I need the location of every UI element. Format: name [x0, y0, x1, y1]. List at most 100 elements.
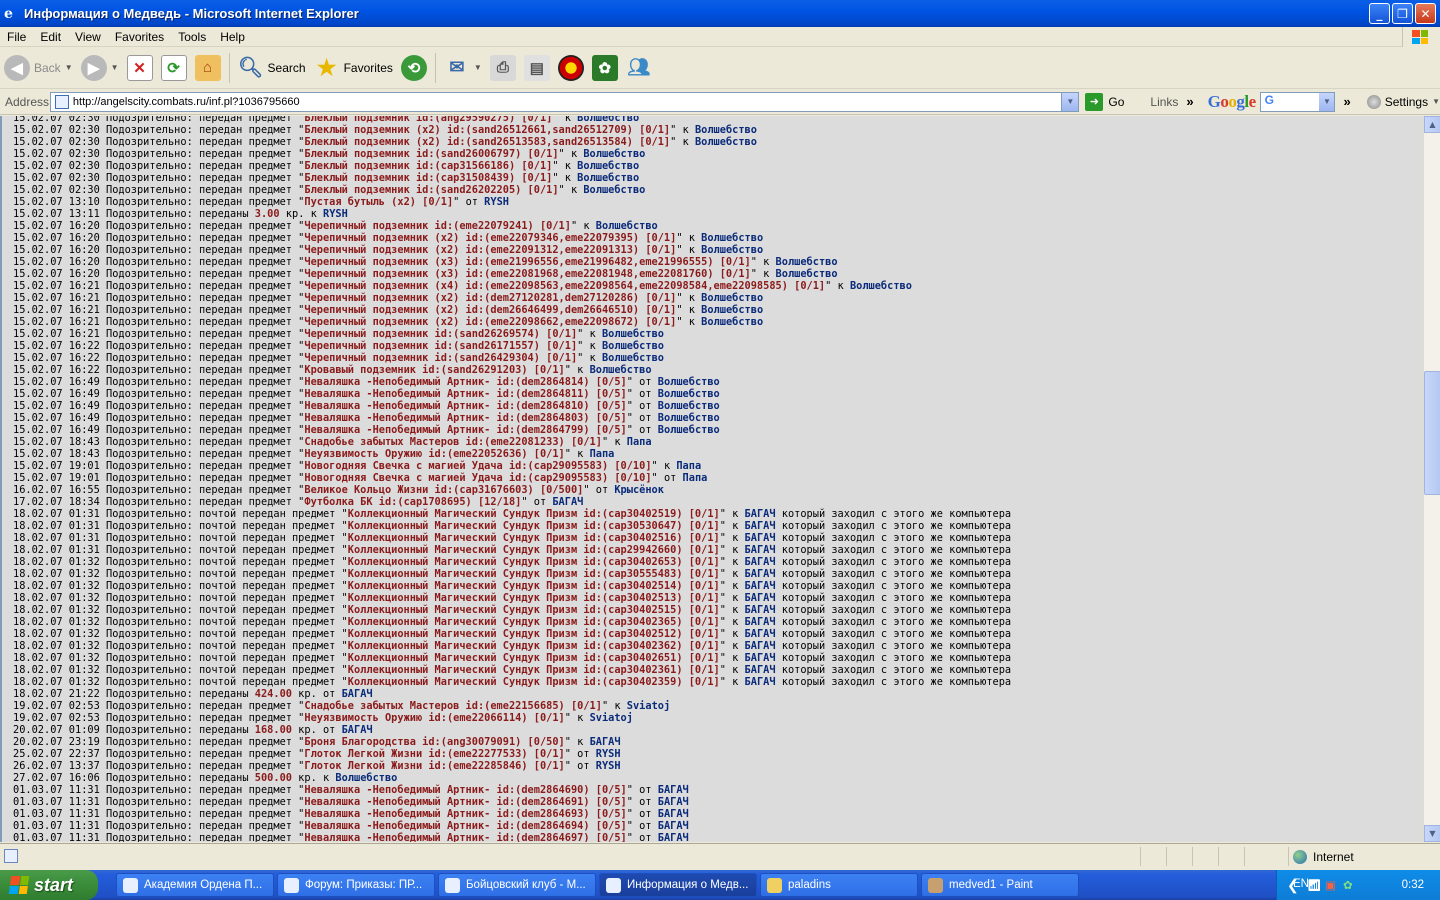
favorites-button[interactable]: ★ Favorites: [310, 50, 397, 86]
log-person-link[interactable]: Волшебство: [695, 136, 757, 148]
log-person-link[interactable]: Волшебство: [695, 124, 757, 136]
log-person-link[interactable]: RYSH: [323, 208, 348, 220]
taskbar-item[interactable]: Информация о Медв...: [599, 873, 757, 897]
taskbar-item[interactable]: Форум: Приказы: ПР...: [277, 873, 435, 897]
log-person-link[interactable]: БАГАЧ: [745, 640, 776, 652]
log-person-link[interactable]: Волшебство: [658, 400, 720, 412]
log-person-link[interactable]: Волшебство: [577, 116, 639, 124]
restore-icon[interactable]: ❐: [1392, 3, 1413, 24]
addon-button-2[interactable]: ✿: [588, 50, 622, 86]
scroll-down-icon[interactable]: ▼: [1424, 825, 1440, 842]
taskbar-item[interactable]: Академия Ордена П...: [116, 873, 274, 897]
start-button[interactable]: start: [0, 870, 98, 900]
log-person-link[interactable]: Папа: [676, 460, 701, 472]
address-input[interactable]: http://angelscity.combats.ru/inf.pl?1036…: [49, 91, 1080, 112]
settings-button[interactable]: Settings ▼: [1366, 94, 1440, 109]
address-dropdown-icon[interactable]: ▼: [1061, 92, 1079, 111]
links-label[interactable]: Links: [1150, 95, 1178, 109]
tray-flower-icon[interactable]: ✿: [1343, 878, 1353, 892]
log-person-link[interactable]: Sviatoj: [627, 700, 670, 712]
log-person-link[interactable]: БАГАЧ: [745, 580, 776, 592]
log-person-link[interactable]: Волшебство: [602, 340, 664, 352]
log-person-link[interactable]: Волшебство: [602, 352, 664, 364]
log-person-link[interactable]: БАГАЧ: [745, 508, 776, 520]
log-person-link[interactable]: БАГАЧ: [745, 568, 776, 580]
log-person-link[interactable]: RYSH: [596, 760, 621, 772]
log-person-link[interactable]: Волшебство: [850, 280, 912, 292]
network-icon[interactable]: 📶︎: [1307, 878, 1322, 892]
log-person-link[interactable]: Волшебство: [658, 376, 720, 388]
taskbar-item[interactable]: medved1 - Paint: [921, 873, 1079, 897]
history-button[interactable]: ⟲: [397, 50, 431, 86]
log-person-link[interactable]: БАГАЧ: [745, 520, 776, 532]
go-button[interactable]: ➜ Go: [1085, 92, 1124, 111]
google-chevron-icon[interactable]: »: [1343, 94, 1350, 109]
log-person-link[interactable]: БАГАЧ: [590, 736, 621, 748]
log-person-link[interactable]: Волшебство: [658, 388, 720, 400]
log-person-link[interactable]: Волшебство: [583, 148, 645, 160]
log-person-link[interactable]: Папа: [590, 448, 615, 460]
log-person-link[interactable]: БАГАЧ: [342, 688, 373, 700]
log-person-link[interactable]: БАГАЧ: [745, 664, 776, 676]
log-person-link[interactable]: Волшебство: [701, 232, 763, 244]
log-person-link[interactable]: Волшебство: [701, 304, 763, 316]
log-person-link[interactable]: Папа: [627, 436, 652, 448]
minimize-icon[interactable]: _: [1369, 3, 1390, 24]
language-indicator[interactable]: EN: [1293, 878, 1309, 890]
log-person-link[interactable]: Волшебство: [701, 244, 763, 256]
menu-help[interactable]: Help: [213, 30, 252, 44]
log-person-link[interactable]: БАГАЧ: [342, 724, 373, 736]
log-person-link[interactable]: Волшебство: [577, 172, 639, 184]
log-person-link[interactable]: БАГАЧ: [658, 784, 689, 796]
edit-button[interactable]: ▤: [520, 50, 554, 86]
log-person-link[interactable]: RYSH: [596, 748, 621, 760]
forward-dropdown-icon[interactable]: ▼: [111, 63, 119, 72]
addon-button-1[interactable]: [554, 50, 588, 86]
log-person-link[interactable]: БАГАЧ: [745, 604, 776, 616]
log-person-link[interactable]: БАГАЧ: [745, 544, 776, 556]
log-person-link[interactable]: Волшебство: [658, 424, 720, 436]
log-person-link[interactable]: Волшебство: [701, 316, 763, 328]
google-dropdown-icon[interactable]: ▼: [1319, 92, 1335, 111]
log-person-link[interactable]: БАГАЧ: [658, 796, 689, 808]
back-button[interactable]: ◀ Back ▼: [0, 50, 77, 86]
close-icon[interactable]: ✕: [1415, 3, 1436, 24]
vertical-scrollbar[interactable]: ▲ ▼: [1423, 116, 1440, 842]
log-person-link[interactable]: Крысёнок: [614, 484, 664, 496]
log-person-link[interactable]: БАГАЧ: [745, 616, 776, 628]
messenger-button[interactable]: 👥︎: [622, 50, 656, 86]
log-person-link[interactable]: БАГАЧ: [745, 532, 776, 544]
menu-tools[interactable]: Tools: [171, 30, 213, 44]
log-person-link[interactable]: БАГАЧ: [658, 808, 689, 820]
log-person-link[interactable]: Волшебство: [776, 268, 838, 280]
log-person-link[interactable]: БАГАЧ: [745, 652, 776, 664]
tray-app-icon[interactable]: ▣: [1325, 878, 1336, 892]
back-dropdown-icon[interactable]: ▼: [65, 63, 73, 72]
scroll-up-icon[interactable]: ▲: [1424, 116, 1440, 133]
taskbar-item[interactable]: paladins: [760, 873, 918, 897]
log-person-link[interactable]: БАГАЧ: [658, 820, 689, 832]
log-person-link[interactable]: БАГАЧ: [745, 556, 776, 568]
log-person-link[interactable]: Волшебство: [658, 412, 720, 424]
log-person-link[interactable]: Волшебство: [776, 256, 838, 268]
forward-button[interactable]: ▶ ▼: [77, 50, 123, 86]
log-person-link[interactable]: БАГАЧ: [745, 592, 776, 604]
links-chevron-icon[interactable]: »: [1186, 94, 1193, 109]
log-person-link[interactable]: Волшебство: [335, 772, 397, 784]
stop-button[interactable]: ✕: [123, 50, 157, 86]
log-person-link[interactable]: Папа: [683, 472, 708, 484]
menu-favorites[interactable]: Favorites: [108, 30, 171, 44]
log-person-link[interactable]: RYSH: [484, 196, 509, 208]
log-person-link[interactable]: БАГАЧ: [552, 496, 583, 508]
log-person-link[interactable]: Волшебство: [602, 328, 664, 340]
log-person-link[interactable]: Волшебство: [596, 220, 658, 232]
log-person-link[interactable]: Волшебство: [577, 160, 639, 172]
refresh-button[interactable]: ⟳: [157, 50, 191, 86]
taskbar-item[interactable]: Бойцовский клуб - М...: [438, 873, 596, 897]
menu-file[interactable]: File: [0, 30, 33, 44]
mail-dropdown-icon[interactable]: ▼: [474, 63, 482, 72]
home-button[interactable]: ⌂: [191, 50, 225, 86]
mail-button[interactable]: ✉ ▼: [440, 50, 486, 86]
print-button[interactable]: ⎙: [486, 50, 520, 86]
log-person-link[interactable]: Волшебство: [583, 184, 645, 196]
